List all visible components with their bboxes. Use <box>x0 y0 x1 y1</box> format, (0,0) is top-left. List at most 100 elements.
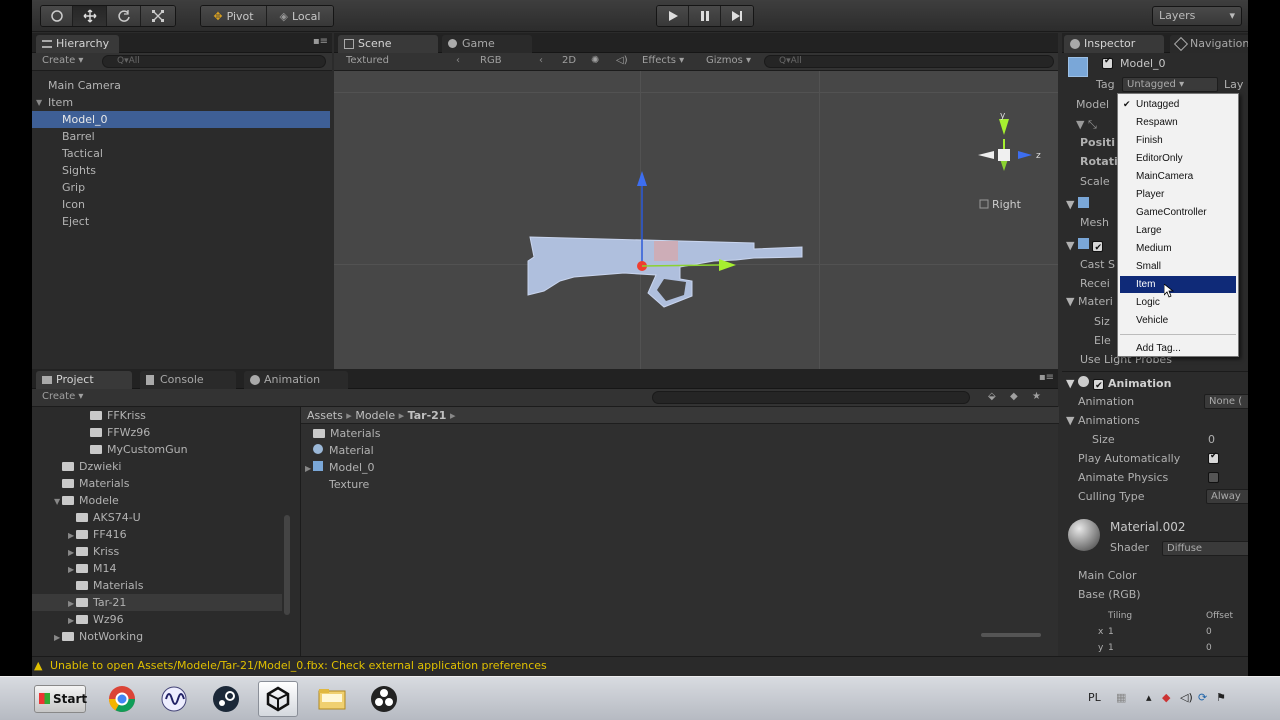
icon-size-slider[interactable] <box>981 633 1041 637</box>
tag-option[interactable]: MainCamera <box>1118 168 1238 185</box>
offset-y-value[interactable]: 0 <box>1206 639 1212 656</box>
project-tree-item[interactable]: AKS74-U <box>32 509 282 526</box>
expand-arrow-icon[interactable]: ▶ <box>68 612 76 629</box>
tag-option[interactable]: Large <box>1118 222 1238 239</box>
lighting-sun-icon[interactable]: ✺ <box>591 55 599 66</box>
tab-scene[interactable]: Scene <box>338 35 438 53</box>
mesh-filter-foldout[interactable]: ▼ <box>1066 196 1089 214</box>
expand-arrow-icon[interactable]: ▶ <box>68 561 76 578</box>
panel-menu-icon[interactable]: ▪≡ <box>1039 372 1054 383</box>
tag-option[interactable]: Item <box>1120 276 1236 293</box>
step-button[interactable] <box>721 6 753 26</box>
pause-button[interactable] <box>689 6 721 26</box>
shader-dropdown[interactable]: Diffuse <box>1162 541 1248 556</box>
expand-arrow-icon[interactable]: ▶ <box>54 629 62 646</box>
animation-component-header[interactable]: ▼ Animation <box>1066 375 1171 395</box>
project-tree-item[interactable]: FFKriss <box>32 407 282 424</box>
transform-foldout-icon[interactable]: ▼ ⤡ <box>1076 116 1097 134</box>
breadcrumb-item[interactable]: Tar-21 <box>408 409 447 422</box>
culling-type-dropdown[interactable]: Alway <box>1206 489 1248 504</box>
animations-size-value[interactable]: 0 <box>1208 431 1215 449</box>
explorer-taskbar-button[interactable] <box>312 681 352 717</box>
tag-option[interactable]: Vehicle <box>1118 312 1238 329</box>
hand-tool-button[interactable] <box>41 6 73 26</box>
network-icon[interactable]: ◆ <box>1162 691 1170 704</box>
favorite-star-icon[interactable]: ★ <box>1032 391 1041 402</box>
hierarchy-item[interactable]: ▼ Item <box>32 94 330 111</box>
layers-dropdown[interactable]: Layers ▾ <box>1152 6 1242 26</box>
expand-arrow-icon[interactable]: ▶ <box>68 544 76 561</box>
tab-project[interactable]: Project <box>36 371 132 389</box>
language-indicator[interactable]: PL <box>1088 691 1101 704</box>
project-tree-item[interactable]: ▶ M14 <box>32 560 282 577</box>
animations-foldout[interactable]: ▼ Animations <box>1066 412 1140 430</box>
project-tree-item[interactable]: MyCustomGun <box>32 441 282 458</box>
expand-arrow-icon[interactable]: ▶ <box>305 460 313 477</box>
tab-animation[interactable]: Animation <box>244 371 348 389</box>
hierarchy-item[interactable]: Barrel <box>32 128 330 145</box>
active-checkbox[interactable] <box>1102 56 1113 69</box>
tab-inspector[interactable]: Inspector <box>1064 35 1164 53</box>
show-hidden-icons[interactable]: ▴ <box>1146 691 1152 704</box>
tag-option[interactable]: Respawn <box>1118 114 1238 131</box>
expand-arrow-icon[interactable]: ▶ <box>68 595 76 612</box>
project-tree-item[interactable]: ▼ Modele <box>32 492 282 509</box>
filter-label-icon[interactable]: ◆ <box>1010 391 1018 402</box>
hierarchy-item[interactable]: Grip <box>32 179 330 196</box>
project-file-item[interactable]: Texture <box>305 476 369 493</box>
audacity-taskbar-button[interactable] <box>154 681 194 717</box>
tiling-y-value[interactable]: 1 <box>1108 639 1114 656</box>
project-tree-item[interactable]: ▶ NotWorking <box>32 628 282 645</box>
animation-enabled-checkbox[interactable] <box>1093 377 1105 395</box>
mesh-renderer-foldout[interactable]: ▼ <box>1066 237 1104 257</box>
orientation-gizmo[interactable]: y z Right <box>974 111 1054 221</box>
flag-icon[interactable]: ⚑ <box>1216 691 1226 704</box>
project-tree-item[interactable]: FFWz96 <box>32 424 282 441</box>
tab-game[interactable]: Game <box>442 35 532 53</box>
collapse-arrow-icon[interactable]: ▼ <box>54 493 62 510</box>
project-tree-item[interactable]: Materials <box>32 577 282 594</box>
project-file-item[interactable]: ▶ Model_0 <box>305 459 375 476</box>
project-search-input[interactable] <box>652 391 970 404</box>
keyboard-icon[interactable]: ▦ <box>1116 691 1126 704</box>
tree-scrollbar[interactable] <box>284 515 290 615</box>
tag-option[interactable]: Finish <box>1118 132 1238 149</box>
unity-taskbar-button[interactable] <box>258 681 298 717</box>
obs-taskbar-button[interactable] <box>364 681 404 717</box>
project-file-item[interactable]: Materials <box>305 425 380 442</box>
hierarchy-item[interactable]: Model_0 <box>32 111 330 128</box>
effects-dropdown[interactable]: Effects ▾ <box>642 55 684 66</box>
project-tree-item[interactable]: ▶ Kriss <box>32 543 282 560</box>
hierarchy-item[interactable]: Main Camera <box>32 77 330 94</box>
hierarchy-search-input[interactable]: Q▾All <box>102 55 326 68</box>
materials-foldout[interactable]: ▼ Materi <box>1066 293 1113 311</box>
hierarchy-create-button[interactable]: Create ▾ <box>42 55 83 66</box>
project-tree-item[interactable]: Materials <box>32 475 282 492</box>
animation-clip-field[interactable]: None ( <box>1204 394 1248 409</box>
chrome-taskbar-button[interactable] <box>102 681 142 717</box>
project-file-item[interactable]: Material <box>305 442 374 459</box>
filter-type-icon[interactable]: ⬙ <box>988 391 996 402</box>
start-button[interactable]: Start <box>34 685 87 713</box>
scene-search-input[interactable]: Q▾All <box>764 55 1054 68</box>
hierarchy-item[interactable]: Icon <box>32 196 330 213</box>
local-button[interactable]: ◈ Local <box>267 6 333 26</box>
tag-dropdown[interactable]: Untagged ▾ <box>1122 77 1218 92</box>
object-name-field[interactable]: Model_0 <box>1120 57 1166 70</box>
tab-console[interactable]: Console <box>140 371 236 389</box>
animate-physics-checkbox[interactable] <box>1208 472 1219 483</box>
play-automatically-checkbox[interactable] <box>1208 451 1219 464</box>
status-bar[interactable]: ▲ Unable to open Assets/Modele/Tar-21/Mo… <box>32 656 1248 676</box>
breadcrumb-item[interactable]: Modele <box>355 409 395 422</box>
tab-navigation[interactable]: Navigation <box>1170 35 1248 53</box>
scene-viewport[interactable]: y z Right <box>334 71 1058 396</box>
project-tree-item[interactable]: ▶ Wz96 <box>32 611 282 628</box>
mode-2d-toggle[interactable]: 2D <box>562 55 576 66</box>
hierarchy-item[interactable]: Tactical <box>32 145 330 162</box>
move-gizmo[interactable] <box>624 166 754 286</box>
add-tag-option[interactable]: Add Tag... <box>1118 340 1238 357</box>
project-tree-item[interactable]: ▶ Tar-21 <box>32 594 282 611</box>
tag-option[interactable]: Medium <box>1118 240 1238 257</box>
sync-icon[interactable]: ⟳ <box>1198 691 1207 704</box>
project-create-button[interactable]: Create ▾ <box>42 391 83 402</box>
